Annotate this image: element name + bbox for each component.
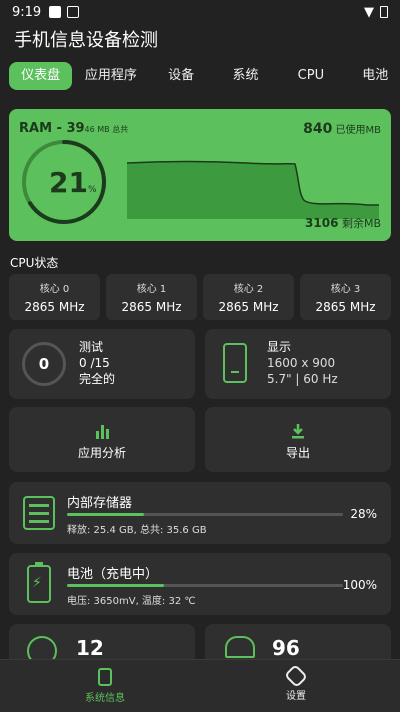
core-name: 核心 0 <box>39 284 70 295</box>
display-text: 显示 1600 x 900 5.7" | 60 Hz <box>267 339 338 387</box>
tab-bar: 仪表盘 应用程序 设备 系统 CPU 电池 <box>0 60 400 92</box>
app-analysis-label: 应用分析 <box>77 446 126 460</box>
core-freq: 2865 MHz <box>24 300 85 314</box>
ram-free-label: 剩余MB <box>338 217 381 230</box>
export-button[interactable]: 导出 <box>205 407 391 472</box>
apps-count: 96 <box>272 636 300 660</box>
battery-progress-bar <box>67 584 343 587</box>
status-bar: 9:19 ▼ <box>0 0 400 24</box>
ram-free-value: 3106 <box>305 216 339 230</box>
android-icon <box>225 636 255 658</box>
battery-status-icon <box>380 6 388 18</box>
storage-detail: 释放: 25.4 GB, 总共: 35.6 GB <box>67 525 207 536</box>
tab-system[interactable]: 系统 <box>216 62 275 90</box>
display-resolution: 1600 x 900 <box>267 356 336 370</box>
battery-card[interactable]: 电池（充电中） 电压: 3650mV, 温度: 32 ℃ 100% <box>9 553 391 615</box>
ram-free: 3106 剩余MB <box>305 215 381 231</box>
test-status: 完全的 <box>79 372 116 386</box>
download-icon <box>205 423 391 442</box>
app-analysis-button[interactable]: 应用分析 <box>9 407 195 472</box>
battery-detail: 电压: 3650mV, 温度: 32 ℃ <box>67 596 196 607</box>
nav-settings[interactable]: 设置 <box>236 663 356 702</box>
core-freq: 2865 MHz <box>218 300 279 314</box>
cpu-cores: 核心 0 2865 MHz 核心 1 2865 MHz 核心 2 2865 MH… <box>9 274 391 320</box>
storage-icon <box>23 496 55 530</box>
cpu-core-0: 核心 0 2865 MHz <box>9 274 100 320</box>
ram-percent-sign: % <box>87 185 97 195</box>
core-name: 核心 3 <box>330 284 361 295</box>
core-name: 核心 2 <box>233 284 264 295</box>
status-time: 9:19 <box>12 4 42 20</box>
test-count-circle: 0 <box>22 342 66 386</box>
core-freq: 2865 MHz <box>121 300 182 314</box>
cpu-core-3: 核心 3 2865 MHz <box>300 274 391 320</box>
core-name: 核心 1 <box>136 284 167 295</box>
storage-title: 内部存储器 <box>67 496 133 511</box>
phone-nav-icon <box>98 668 112 686</box>
ram-used: 840 已使用MB <box>303 121 381 137</box>
app-notification-icon <box>67 6 80 18</box>
core-freq: 2865 MHz <box>315 300 376 314</box>
battery-percent: 100% <box>342 578 377 592</box>
cpu-core-1: 核心 1 2865 MHz <box>106 274 197 320</box>
test-card[interactable]: 0 测试 0 /15 完全的 <box>9 329 195 399</box>
notification-icon <box>49 6 62 18</box>
tab-cpu[interactable]: CPU <box>281 62 340 90</box>
ram-used-label: 已使用MB <box>332 125 382 136</box>
ram-usage-chart <box>127 160 379 219</box>
ram-card: RAM - 3946 MB 总共 840 已使用MB 21% 3106 剩余MB <box>9 109 391 241</box>
app-title: 手机信息设备检测 <box>14 30 158 51</box>
storage-progress-bar <box>67 513 343 516</box>
battery-charging-icon <box>27 562 51 603</box>
ram-used-value: 840 <box>303 121 333 137</box>
phone-icon <box>223 343 247 383</box>
storage-progress-fill <box>67 513 145 516</box>
cpu-core-2: 核心 2 2865 MHz <box>203 274 294 320</box>
ram-title: RAM - 3946 MB 总共 <box>19 121 128 136</box>
tab-device[interactable]: 设备 <box>152 62 211 90</box>
tab-battery[interactable]: 电池 <box>351 62 400 90</box>
test-progress: 0 /15 <box>79 356 110 370</box>
ram-percent: 21% <box>49 166 97 199</box>
export-label: 导出 <box>285 446 310 460</box>
storage-percent: 28% <box>350 507 377 521</box>
nav-system-info[interactable]: 系统信息 <box>45 668 165 704</box>
tab-dashboard[interactable]: 仪表盘 <box>9 62 73 90</box>
ram-label: RAM - 39 <box>19 121 85 136</box>
display-card[interactable]: 显示 1600 x 900 5.7" | 60 Hz <box>205 329 391 399</box>
battery-title: 电池（充电中） <box>67 567 159 582</box>
bottom-nav: 系统信息 设置 <box>0 659 400 712</box>
sensor-count: 12 <box>76 636 104 660</box>
nav-settings-label: 设置 <box>286 691 306 702</box>
display-detail: 5.7" | 60 Hz <box>267 372 338 386</box>
test-title: 测试 <box>79 340 104 354</box>
display-title: 显示 <box>267 340 292 354</box>
battery-progress-fill <box>67 584 164 587</box>
ram-percent-value: 21 <box>49 166 88 199</box>
test-text: 测试 0 /15 完全的 <box>79 339 115 387</box>
wifi-icon: ▼ <box>364 4 374 20</box>
tab-apps[interactable]: 应用程序 <box>75 62 146 90</box>
cpu-status-title: CPU状态 <box>10 256 59 270</box>
ram-chart-area <box>127 161 379 219</box>
bar-chart-icon <box>9 423 195 442</box>
storage-card[interactable]: 内部存储器 释放: 25.4 GB, 总共: 35.6 GB 28% <box>9 482 391 544</box>
settings-icon <box>283 663 309 689</box>
ram-total: 46 MB 总共 <box>84 125 129 134</box>
nav-system-info-label: 系统信息 <box>85 693 125 704</box>
